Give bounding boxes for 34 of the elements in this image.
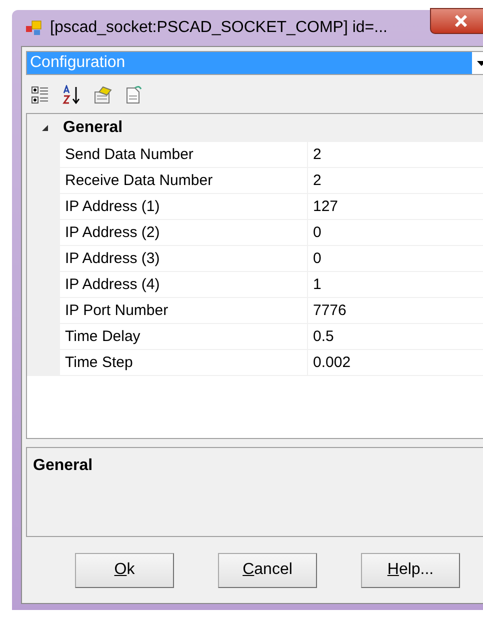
- property-value[interactable]: 0.002: [308, 350, 483, 376]
- property-pages-icon: [92, 84, 112, 104]
- property-value[interactable]: 0: [308, 220, 483, 246]
- property-name[interactable]: Send Data Number: [60, 142, 307, 168]
- window-icon: [26, 20, 42, 36]
- sort-alphabetical-button[interactable]: [60, 83, 82, 105]
- property-name[interactable]: IP Address (1): [60, 194, 307, 220]
- property-value[interactable]: 0: [308, 246, 483, 272]
- description-title: General: [33, 457, 93, 474]
- property-name[interactable]: IP Port Number: [60, 298, 307, 324]
- property-value[interactable]: 7776: [308, 298, 483, 324]
- categorized-view-icon: [30, 84, 50, 104]
- window-title: [pscad_socket:PSCAD_SOCKET_COMP] id=...: [50, 18, 388, 38]
- category-row[interactable]: General: [27, 114, 483, 142]
- dialog-button[interactable]: Ok: [75, 552, 174, 588]
- property-value[interactable]: 0.5: [308, 324, 483, 350]
- property-name[interactable]: Time Step: [60, 350, 307, 376]
- property-value[interactable]: 1: [308, 272, 483, 298]
- sort-alphabetical-icon: [62, 84, 80, 104]
- close-icon: [454, 15, 468, 27]
- category-label: General: [63, 118, 123, 138]
- property-value[interactable]: 2: [308, 142, 483, 168]
- property-name[interactable]: IP Address (2): [60, 220, 307, 246]
- property-value[interactable]: 2: [308, 168, 483, 194]
- document-icon: [124, 84, 142, 104]
- property-name[interactable]: Receive Data Number: [60, 168, 307, 194]
- dropdown-arrow-icon: [476, 60, 483, 66]
- dialog-button[interactable]: Help...: [361, 552, 460, 588]
- property-name[interactable]: Time Delay: [60, 324, 307, 350]
- property-name[interactable]: IP Address (3): [60, 246, 307, 272]
- dialog-button[interactable]: Cancel: [218, 552, 317, 588]
- property-name[interactable]: IP Address (4): [60, 272, 307, 298]
- close-button[interactable]: [430, 8, 483, 34]
- property-value[interactable]: 127: [308, 194, 483, 220]
